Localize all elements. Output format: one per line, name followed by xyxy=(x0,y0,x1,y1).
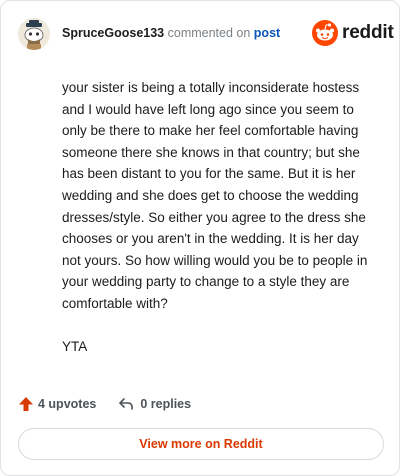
post-link[interactable]: post xyxy=(254,26,280,40)
reply-count: 0 replies xyxy=(140,397,192,411)
comment-paragraph: YTA xyxy=(62,338,88,354)
comment-footer: 4 upvotes 0 replies xyxy=(18,393,191,415)
reply-arrow-icon xyxy=(119,398,134,410)
snoo-avatar-icon xyxy=(18,18,50,50)
username-link[interactable]: SpruceGoose133 xyxy=(62,26,164,40)
upvote-button[interactable]: 4 upvotes xyxy=(18,396,96,412)
upvote-arrow-icon xyxy=(19,397,33,411)
reddit-snoo-icon xyxy=(312,20,338,46)
view-more-button[interactable]: View more on Reddit xyxy=(18,428,384,460)
upvote-count: 4 upvotes xyxy=(38,397,97,411)
reddit-logo[interactable]: reddit xyxy=(312,19,394,47)
reddit-wordmark: reddit xyxy=(342,22,394,43)
reddit-comment-card: SpruceGoose133 commented on post reddit … xyxy=(0,0,400,476)
user-avatar[interactable] xyxy=(18,18,50,50)
comment-body: your sister is being a totally inconside… xyxy=(62,77,380,357)
comment-paragraph: your sister is being a totally inconside… xyxy=(62,80,368,311)
comment-header: SpruceGoose133 commented on post xyxy=(62,26,280,40)
action-text: commented on xyxy=(167,26,251,40)
replies-button[interactable]: 0 replies xyxy=(118,396,191,412)
